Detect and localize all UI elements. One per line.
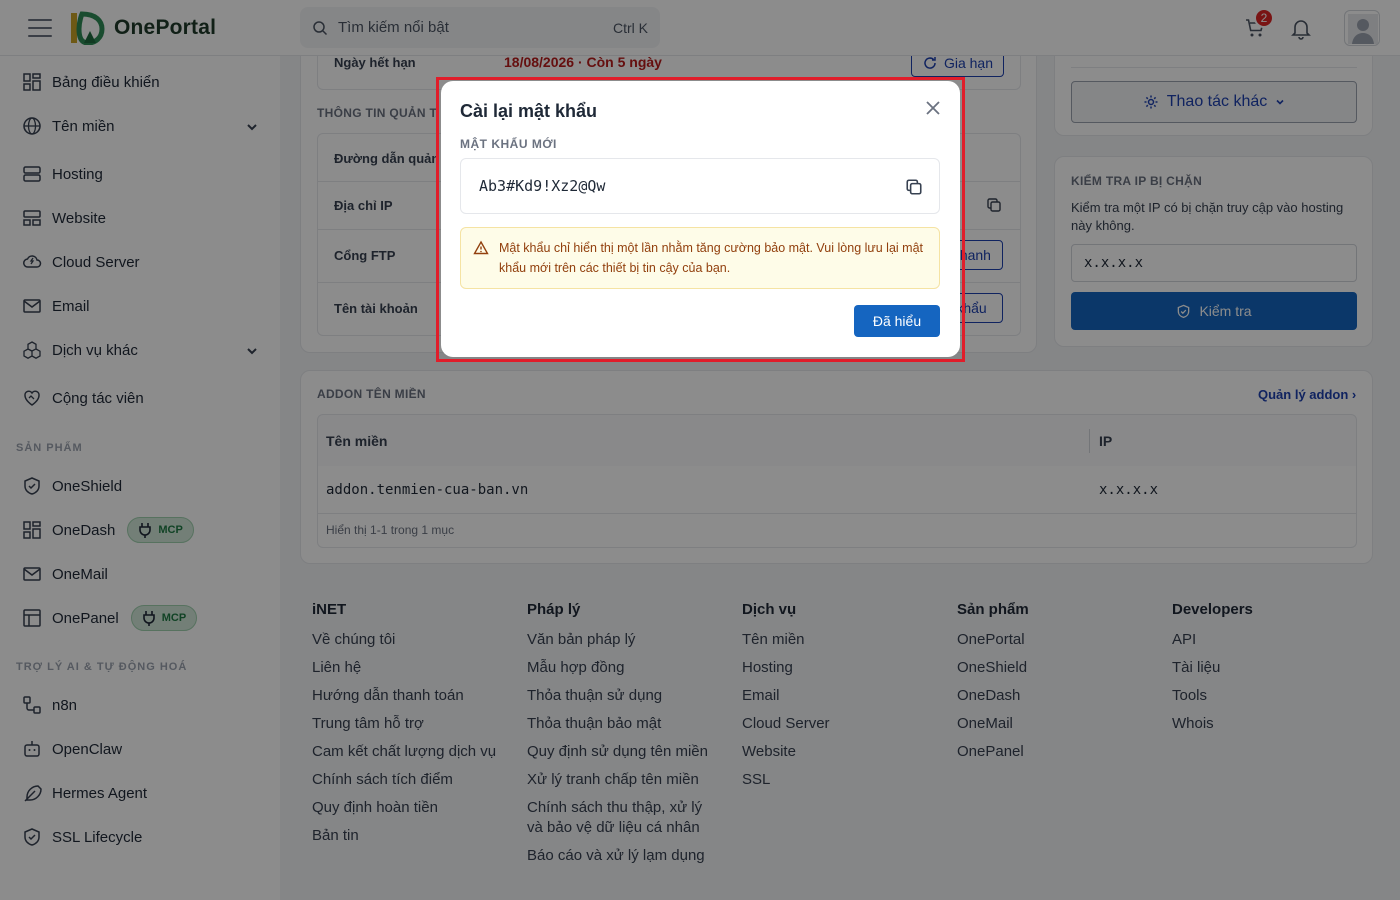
- new-password-label: MẬT KHẨU MỚI: [460, 137, 557, 151]
- warning-triangle-icon: [473, 240, 489, 255]
- new-password-field: Ab3#Kd9!Xz2@Qw: [460, 158, 940, 214]
- understood-button[interactable]: Đã hiểu: [854, 305, 940, 337]
- warning-text: Mật khẩu chỉ hiển thị một lần nhằm tăng …: [499, 241, 923, 275]
- copy-icon[interactable]: [905, 178, 923, 196]
- dialog-title: Cài lại mật khẩu: [460, 101, 598, 121]
- close-icon[interactable]: [924, 99, 942, 117]
- warning-alert: Mật khẩu chỉ hiển thị một lần nhằm tăng …: [460, 227, 940, 289]
- reset-password-dialog: Cài lại mật khẩu MẬT KHẨU MỚI Ab3#Kd9!Xz…: [441, 81, 960, 357]
- new-password-value[interactable]: Ab3#Kd9!Xz2@Qw: [479, 177, 605, 195]
